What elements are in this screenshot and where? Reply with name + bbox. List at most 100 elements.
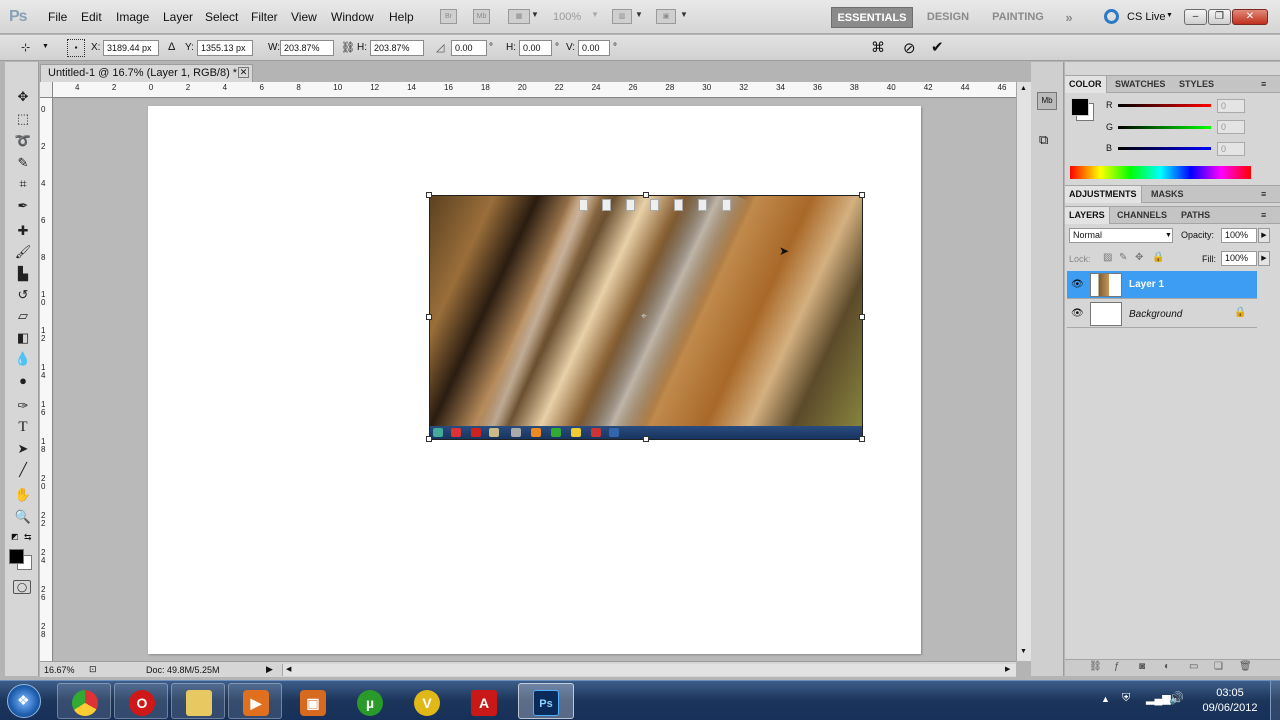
- crop-tool-icon[interactable]: ⌗: [13, 175, 33, 193]
- fill-field[interactable]: 100%: [1221, 251, 1257, 266]
- line-tool-icon[interactable]: ╱: [13, 461, 33, 479]
- chevron-down-icon[interactable]: ▼: [635, 10, 643, 19]
- arrange-documents-icon[interactable]: ▥: [612, 9, 632, 24]
- red-slider[interactable]: [1118, 104, 1211, 107]
- workspace-painting[interactable]: PAINTING: [985, 7, 1051, 28]
- menu-file[interactable]: File: [48, 10, 67, 24]
- start-button[interactable]: ❖: [7, 684, 41, 718]
- color-spectrum-bar[interactable]: [1070, 166, 1251, 179]
- tab-channels[interactable]: CHANNELS: [1117, 210, 1167, 220]
- scroll-left-icon[interactable]: ◀: [286, 665, 291, 673]
- zoom-level[interactable]: 100%: [553, 11, 581, 23]
- blur-tool-icon[interactable]: 💧: [13, 350, 33, 368]
- mini-bridge-panel-icon[interactable]: Mb: [1037, 92, 1057, 110]
- mini-bridge-icon[interactable]: Mb: [473, 9, 490, 24]
- layer-row[interactable]: 👁 Layer 1: [1067, 271, 1257, 299]
- taskbar-utorrent[interactable]: µ: [342, 683, 396, 719]
- layer-name[interactable]: Layer 1: [1129, 279, 1164, 290]
- blue-value-field[interactable]: 0: [1217, 142, 1245, 156]
- hand-tool-icon[interactable]: ✋: [13, 486, 33, 504]
- transform-handle[interactable]: [859, 192, 865, 198]
- type-tool-icon[interactable]: T: [13, 418, 33, 436]
- status-menu-icon[interactable]: ▶: [266, 664, 273, 675]
- tab-layers[interactable]: LAYERS: [1065, 207, 1110, 224]
- new-group-icon[interactable]: ▭: [1189, 661, 1198, 672]
- tab-color[interactable]: COLOR: [1065, 76, 1107, 93]
- taskbar-opera[interactable]: O: [114, 683, 168, 719]
- chevron-down-icon[interactable]: ▼: [42, 43, 49, 50]
- eyedropper-tool-icon[interactable]: ✒: [13, 197, 33, 215]
- menu-view[interactable]: View: [291, 10, 317, 24]
- foreground-color-swatch[interactable]: [9, 549, 24, 564]
- panel-menu-icon[interactable]: ≡: [1261, 210, 1266, 220]
- cs-live-icon[interactable]: [1104, 9, 1119, 24]
- restore-button[interactable]: ❐: [1208, 9, 1231, 25]
- path-selection-tool-icon[interactable]: ➤: [13, 440, 33, 458]
- menu-help[interactable]: Help: [389, 10, 414, 24]
- link-icon[interactable]: ⛓: [341, 41, 355, 54]
- status-zoom[interactable]: 16.67%: [44, 665, 75, 675]
- tab-paths[interactable]: PATHS: [1181, 210, 1210, 220]
- bridge-icon[interactable]: Br: [440, 9, 457, 24]
- delete-layer-icon[interactable]: 🗑: [1239, 661, 1252, 672]
- show-desktop-button[interactable]: [1270, 681, 1280, 720]
- taskbar-app[interactable]: ▣: [285, 683, 339, 719]
- eye-icon[interactable]: 👁: [1071, 279, 1084, 290]
- commit-transform-icon[interactable]: ✔: [931, 38, 944, 56]
- adjustment-layer-icon[interactable]: ◐: [1164, 661, 1170, 672]
- new-layer-icon[interactable]: ❏: [1214, 661, 1223, 672]
- workspace-essentials[interactable]: ESSENTIALS: [831, 7, 913, 28]
- layer-row[interactable]: 👁 Background 🔒: [1067, 300, 1257, 328]
- scroll-up-icon[interactable]: ▲: [1020, 85, 1027, 92]
- transform-center-icon[interactable]: ⌖: [641, 311, 647, 322]
- paint-bucket-tool-icon[interactable]: ◧: [13, 329, 33, 347]
- transform-handle[interactable]: [643, 436, 649, 442]
- view-extras-icon[interactable]: ▦: [508, 9, 530, 24]
- panel-menu-icon[interactable]: ≡: [1261, 79, 1266, 89]
- menu-window[interactable]: Window: [331, 10, 374, 24]
- panel-menu-icon[interactable]: ≡: [1261, 189, 1266, 199]
- reference-point-icon[interactable]: ▪: [67, 39, 85, 57]
- horizontal-scrollbar[interactable]: ◀ ▶: [282, 664, 1016, 676]
- taskbar-photoshop[interactable]: Ps: [518, 683, 574, 719]
- menu-select[interactable]: Select: [205, 10, 238, 24]
- tab-styles[interactable]: STYLES: [1179, 79, 1214, 89]
- transform-handle[interactable]: [426, 314, 432, 320]
- default-colors-icon[interactable]: ◩: [11, 532, 19, 541]
- red-value-field[interactable]: 0: [1217, 99, 1245, 113]
- transform-handle[interactable]: [426, 192, 432, 198]
- scroll-right-icon[interactable]: ▶: [1005, 665, 1010, 673]
- eye-icon[interactable]: 👁: [1071, 308, 1084, 319]
- brush-tool-icon[interactable]: 🖌: [13, 243, 33, 261]
- blend-mode-select[interactable]: Normal ▼: [1069, 228, 1173, 243]
- history-brush-tool-icon[interactable]: ↺: [13, 286, 33, 304]
- status-info-icon[interactable]: ⊡: [89, 664, 97, 675]
- network-icon[interactable]: ▂▄▆: [1146, 692, 1171, 705]
- layer-name[interactable]: Background: [1129, 309, 1182, 320]
- quick-select-tool-icon[interactable]: ✎: [13, 154, 33, 172]
- more-workspaces-icon[interactable]: »: [1060, 7, 1078, 28]
- opacity-slider-icon[interactable]: ▶: [1258, 228, 1270, 243]
- taskbar-explorer[interactable]: [171, 683, 225, 719]
- zoom-tool-icon[interactable]: 🔍: [13, 508, 33, 526]
- delta-icon[interactable]: Δ: [168, 41, 175, 53]
- cs-live-label[interactable]: CS Live: [1127, 11, 1166, 23]
- screen-mode-icon[interactable]: ▣: [656, 9, 676, 24]
- lock-transparency-icon[interactable]: ▨: [1103, 252, 1112, 263]
- healing-brush-tool-icon[interactable]: ✚: [13, 222, 33, 240]
- layer-style-icon[interactable]: ƒ: [1114, 661, 1120, 672]
- history-panel-icon[interactable]: ⧉: [1039, 132, 1048, 148]
- document-tab[interactable]: Untitled-1 @ 16.7% (Layer 1, RGB/8) * ✕: [40, 64, 253, 82]
- fill-slider-icon[interactable]: ▶: [1258, 251, 1270, 266]
- menu-image[interactable]: Image: [116, 10, 149, 24]
- close-button[interactable]: ✕: [1232, 9, 1268, 25]
- pen-tool-icon[interactable]: ✑: [13, 397, 33, 415]
- transform-bounding-box[interactable]: ⌖: [426, 192, 865, 442]
- warp-icon[interactable]: ⌘: [871, 39, 885, 56]
- height-field[interactable]: 203.87%: [370, 40, 424, 56]
- show-hidden-icons[interactable]: ▲: [1101, 694, 1110, 704]
- marquee-tool-icon[interactable]: ⬚: [13, 110, 33, 128]
- chevron-down-icon[interactable]: ▼: [531, 10, 539, 19]
- lasso-tool-icon[interactable]: ➰: [13, 132, 33, 150]
- scroll-down-icon[interactable]: ▼: [1020, 648, 1027, 655]
